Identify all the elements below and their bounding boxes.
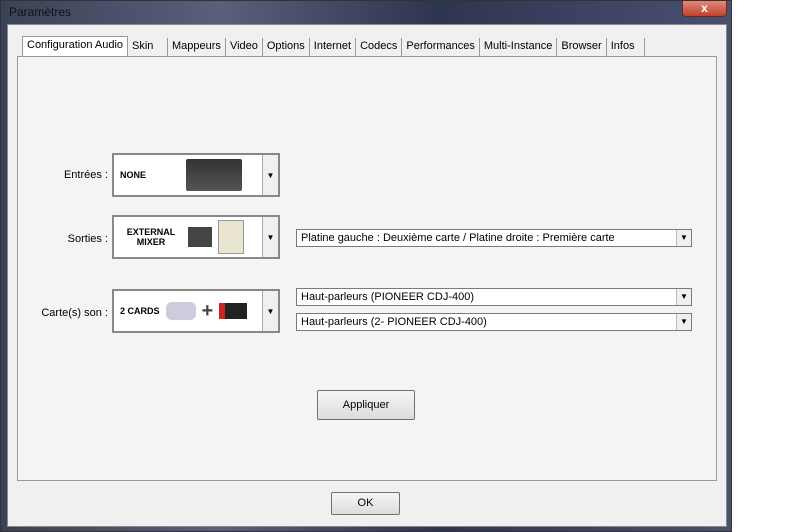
chevron-down-icon[interactable]: ▼: [676, 230, 691, 246]
mixer-icon: [218, 220, 244, 254]
ok-button[interactable]: OK: [331, 492, 400, 515]
cards-value: 2 CARDS: [120, 306, 160, 316]
tab-skin[interactable]: Skin: [128, 38, 169, 56]
dialog-body: Configuration Audio Skin Mappeurs Video …: [7, 24, 727, 527]
apply-button[interactable]: Appliquer: [317, 390, 415, 420]
sound-card-icon: [165, 302, 196, 320]
chevron-down-icon[interactable]: ▼: [676, 289, 691, 305]
tab-internet[interactable]: Internet: [310, 38, 357, 56]
close-button[interactable]: x: [682, 1, 727, 17]
laptop-icon: [186, 159, 242, 191]
tab-video[interactable]: Video: [226, 38, 263, 56]
cards-selector[interactable]: 2 CARDS + ▼: [112, 289, 280, 333]
tab-multi-instance[interactable]: Multi-Instance: [480, 38, 558, 56]
card1-select[interactable]: Haut-parleurs (PIONEER CDJ-400) ▼: [296, 288, 692, 306]
tab-bar: Configuration Audio Skin Mappeurs Video …: [22, 36, 645, 56]
laptop-icon: [188, 227, 212, 247]
tab-mappeurs[interactable]: Mappeurs: [168, 38, 226, 56]
outputs-value-2: MIXER: [136, 237, 166, 247]
inputs-selector[interactable]: NONE ▼: [112, 153, 280, 197]
tab-configuration-audio[interactable]: Configuration Audio: [22, 36, 129, 56]
cards-label: Carte(s) son :: [41, 307, 108, 319]
chevron-down-icon[interactable]: ▼: [262, 291, 278, 331]
tab-infos[interactable]: Infos: [607, 38, 645, 56]
inputs-label: Entrées :: [63, 169, 108, 181]
outputs-value-1: EXTERNAL: [126, 227, 176, 237]
window-title: Paramètres: [9, 5, 72, 19]
card2-select[interactable]: Haut-parleurs (2- PIONEER CDJ-400) ▼: [296, 313, 692, 331]
tab-options[interactable]: Options: [263, 38, 310, 56]
inputs-value: NONE: [120, 170, 147, 180]
outputs-selector[interactable]: EXTERNAL MIXER ▼: [112, 215, 280, 259]
tab-performances[interactable]: Performances: [402, 38, 480, 56]
card1-value: Haut-parleurs (PIONEER CDJ-400): [301, 291, 474, 303]
chevron-down-icon[interactable]: ▼: [676, 314, 691, 330]
deck-routing-value: Platine gauche : Deuxième carte / Platin…: [301, 232, 615, 244]
plus-icon: +: [201, 299, 214, 322]
chevron-down-icon[interactable]: ▼: [262, 217, 278, 257]
settings-window: Paramètres x Configuration Audio Skin Ma…: [0, 0, 732, 532]
audio-config-panel: Entrées : NONE ▼ Sorties : EXTERNAL MIXER…: [17, 56, 717, 481]
tab-browser[interactable]: Browser: [557, 38, 607, 56]
card2-value: Haut-parleurs (2- PIONEER CDJ-400): [301, 316, 487, 328]
usb-card-icon: [219, 303, 248, 319]
chevron-down-icon[interactable]: ▼: [262, 155, 278, 195]
outputs-label: Sorties :: [67, 233, 108, 245]
deck-routing-select[interactable]: Platine gauche : Deuxième carte / Platin…: [296, 229, 692, 247]
tab-codecs[interactable]: Codecs: [356, 38, 403, 56]
